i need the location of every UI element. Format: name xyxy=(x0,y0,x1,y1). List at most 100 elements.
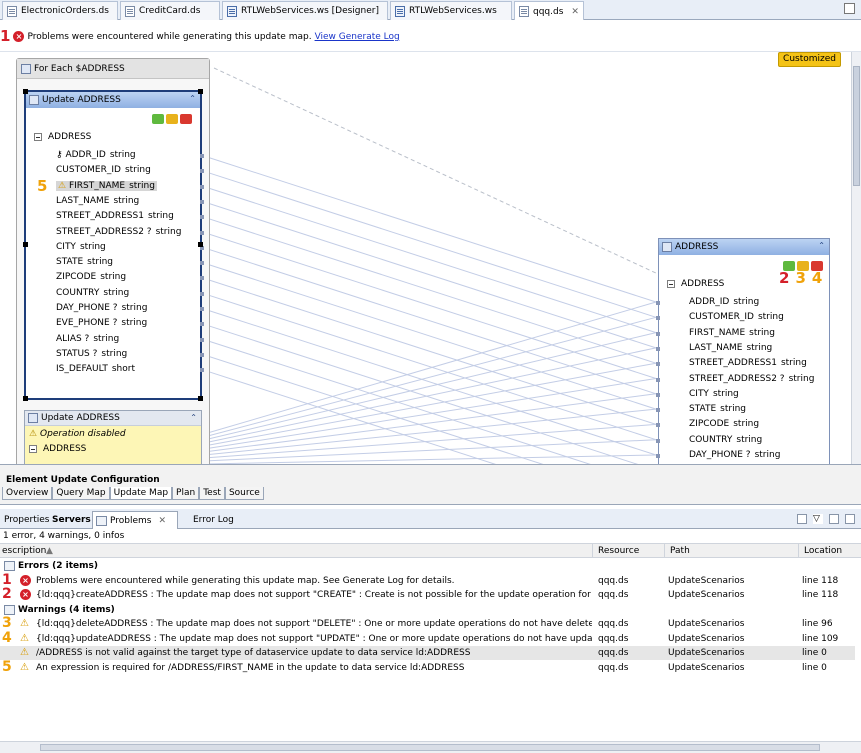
update-field-row[interactable]: STATUS ? string xyxy=(56,349,127,359)
address-field-row[interactable]: FIRST_NAME string xyxy=(689,328,775,338)
address-field-row[interactable]: CUSTOMER_ID string xyxy=(689,312,784,322)
tab-error-log[interactable]: Error Log xyxy=(178,511,238,529)
tab-rtlwebservices[interactable]: RTLWebServices.ws xyxy=(390,1,512,20)
resize-handle[interactable] xyxy=(23,396,28,401)
problem-row[interactable]: 3 ⚠ {ld:qqq}deleteADDRESS : The update map… xyxy=(0,616,855,631)
column-separator[interactable] xyxy=(798,544,799,558)
tab-properties[interactable]: Properties xyxy=(0,511,53,529)
update-field-row[interactable]: DAY_PHONE ? string xyxy=(56,303,147,313)
tab-electronicorders[interactable]: ElectronicOrders.ds xyxy=(2,1,118,20)
resize-handle[interactable] xyxy=(198,89,203,94)
connector-dot[interactable] xyxy=(656,331,660,336)
address-box[interactable]: ADDRESS ⌃ 2 3 4 ADDRESS ADDR_ID string CUS… xyxy=(656,238,830,464)
problem-row[interactable]: 4 ⚠ {ld:qqq}updateADDRESS : The update map… xyxy=(0,630,855,646)
update-field-row[interactable]: COUNTRY string xyxy=(56,288,129,298)
tab-overview[interactable]: Overview xyxy=(2,487,53,500)
view-menu-icon[interactable]: ▽ xyxy=(813,514,823,524)
connector-dot[interactable] xyxy=(200,169,204,174)
connector-dot[interactable] xyxy=(656,377,660,382)
address-field-row[interactable]: ZIPCODE string xyxy=(689,419,759,429)
connector-dot[interactable] xyxy=(656,408,660,413)
collapse-icon[interactable]: ⌃ xyxy=(190,413,197,422)
problem-row[interactable]: 1 × Problems were encountered while genera… xyxy=(0,572,855,588)
tab-qqq[interactable]: qqq.ds ✕ xyxy=(514,1,584,21)
disabled-tree-root[interactable]: ADDRESS xyxy=(29,444,197,454)
collapse-icon[interactable]: ⌃ xyxy=(818,241,825,250)
update-field-row[interactable]: STREET_ADDRESS1 string xyxy=(56,211,174,221)
connector-dot[interactable] xyxy=(200,230,204,235)
column-separator[interactable] xyxy=(664,544,665,558)
resize-handle[interactable] xyxy=(23,89,28,94)
address-field-row[interactable]: STREET_ADDRESS2 ? string xyxy=(689,374,814,384)
tab-update-map[interactable]: Update Map xyxy=(109,487,173,500)
resize-handle[interactable] xyxy=(23,242,28,247)
connector-dot[interactable] xyxy=(200,352,204,357)
tab-rtlwebservices-designer[interactable]: RTLWebServices.ws [Designer] xyxy=(222,1,388,20)
update-field-row[interactable]: CUSTOMER_ID string xyxy=(56,165,151,175)
resize-handle[interactable] xyxy=(198,396,203,401)
update-address-disabled-box[interactable]: Update ADDRESS ⌃ ⚠ Operation disabled AD… xyxy=(24,410,202,464)
connector-dot[interactable] xyxy=(200,215,204,220)
tab-query-map[interactable]: Query Map xyxy=(52,487,110,500)
tab-plan[interactable]: Plan xyxy=(172,487,200,500)
collapse-tree-icon[interactable] xyxy=(34,133,42,141)
problem-row[interactable]: 2 × {ld:qqq}createADDRESS : The update map… xyxy=(0,587,855,602)
tab-test[interactable]: Test xyxy=(199,487,225,500)
view-generate-log-link[interactable]: View Generate Log xyxy=(315,32,400,42)
close-icon[interactable]: ✕ xyxy=(158,516,166,526)
problems-horizontal-scrollbar[interactable] xyxy=(0,741,861,753)
add-element-icon[interactable] xyxy=(152,114,164,124)
column-description[interactable]: escription xyxy=(2,545,46,558)
connector-dot[interactable] xyxy=(200,307,204,311)
tab-creditcard[interactable]: CreditCard.ds xyxy=(120,1,220,20)
update-field-row[interactable]: ⚠ FIRST_NAME string xyxy=(56,180,157,191)
connector-dot[interactable] xyxy=(656,316,660,321)
connector-dot[interactable] xyxy=(200,154,204,158)
update-field-row[interactable]: EVE_PHONE ? string xyxy=(56,318,147,328)
connector-dot[interactable] xyxy=(200,337,204,342)
problem-row[interactable]: 5 ⚠ An expression is required for /ADDRESS… xyxy=(0,659,855,675)
connector-dot[interactable] xyxy=(200,199,204,204)
tab-servers[interactable]: Servers xyxy=(48,511,95,529)
collapse-tree-icon[interactable] xyxy=(667,280,675,288)
remove-element-icon[interactable] xyxy=(180,114,192,124)
update-tree-root[interactable]: ADDRESS xyxy=(34,132,91,142)
update-address-box[interactable]: Update ADDRESS ⌃ ADDRESS ⚷ ADDR_ID string… xyxy=(23,89,204,401)
filter-icon[interactable] xyxy=(797,514,807,524)
tab-problems[interactable]: Problems ✕ xyxy=(92,511,178,529)
problem-group-row[interactable]: Warnings (4 items) xyxy=(0,603,855,617)
column-path[interactable]: Path xyxy=(670,545,690,558)
update-field-row[interactable]: STREET_ADDRESS2 ? string xyxy=(56,227,181,237)
connector-dot[interactable] xyxy=(200,368,204,373)
connector-dot[interactable] xyxy=(656,346,660,351)
maximize-icon[interactable] xyxy=(845,514,855,524)
problem-row[interactable]: ⚠ /ADDRESS is not valid against the targe… xyxy=(0,646,855,660)
collapse-icon[interactable]: ⌃ xyxy=(189,94,196,103)
scroll-thumb[interactable] xyxy=(853,66,860,186)
address-field-row[interactable]: CITY string xyxy=(689,389,739,399)
connector-dot[interactable] xyxy=(656,423,660,428)
update-field-row[interactable]: ZIPCODE string xyxy=(56,272,126,282)
connector-dot[interactable] xyxy=(200,261,204,266)
connector-dot[interactable] xyxy=(656,362,660,367)
update-field-row[interactable]: ALIAS ? string xyxy=(56,334,119,344)
update-map-canvas[interactable]: Customized For Each $ADDRESS Update ADDR… xyxy=(0,52,861,464)
update-field-row[interactable]: LAST_NAME string xyxy=(56,196,139,206)
column-separator[interactable] xyxy=(592,544,593,558)
address-tree-root[interactable]: ADDRESS xyxy=(667,279,724,289)
minimize-icon[interactable] xyxy=(829,514,839,524)
address-field-row[interactable]: STATE string xyxy=(689,404,746,414)
connector-dot[interactable] xyxy=(656,301,660,305)
address-field-row[interactable]: COUNTRY string xyxy=(689,435,762,445)
update-field-row[interactable]: STATE string xyxy=(56,257,113,267)
canvas-vertical-scrollbar[interactable] xyxy=(851,52,861,464)
scroll-thumb[interactable] xyxy=(40,744,820,751)
connector-dot[interactable] xyxy=(656,454,660,458)
connector-dot[interactable] xyxy=(200,184,204,189)
column-resource[interactable]: Resource xyxy=(598,545,639,558)
connector-dot[interactable] xyxy=(200,291,204,296)
connector-dot[interactable] xyxy=(200,322,204,327)
address-field-row[interactable]: ADDR_ID string xyxy=(689,297,759,307)
address-field-row[interactable]: STREET_ADDRESS1 string xyxy=(689,358,807,368)
edit-element-icon[interactable] xyxy=(166,114,178,124)
